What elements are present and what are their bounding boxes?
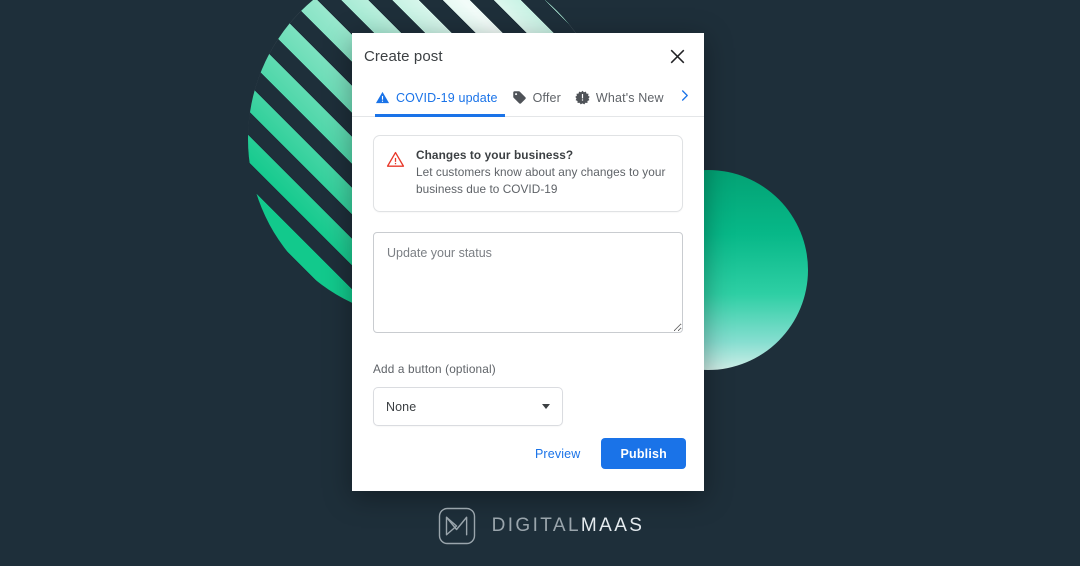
tab-label: COVID-19 update <box>396 90 498 105</box>
warning-triangle-outline-icon <box>386 148 405 198</box>
create-post-dialog: Create post COVID-19 update Offer What's… <box>352 33 704 491</box>
tab-offer[interactable]: Offer <box>512 79 561 117</box>
status-input[interactable] <box>373 232 683 333</box>
post-type-tabs: COVID-19 update Offer What's New <box>352 79 704 117</box>
alert-title: Changes to your business? <box>416 148 574 162</box>
tabs-next-button[interactable] <box>673 79 695 117</box>
burst-exclamation-icon <box>575 90 590 105</box>
brand-name-part2: MAAS <box>580 515 645 536</box>
digitalmaas-monogram-icon <box>436 505 478 547</box>
button-type-value: None <box>386 399 417 414</box>
alert-description: Let customers know about any changes to … <box>416 165 666 196</box>
button-type-select[interactable]: None <box>373 387 563 426</box>
brand-name-part1: DIGITAL <box>491 515 581 536</box>
tag-icon <box>512 90 527 105</box>
button-type-select-wrapper: None <box>373 387 563 426</box>
active-tab-indicator <box>375 114 505 117</box>
close-icon <box>670 49 685 64</box>
alert-text-block: Changes to your business? Let customers … <box>416 148 669 198</box>
tab-label: What's New <box>595 90 664 105</box>
dialog-footer: Preview Publish <box>352 438 704 491</box>
tab-label: Offer <box>532 90 561 105</box>
screenshot-root: Create post COVID-19 update Offer What's… <box>0 0 1080 566</box>
dialog-header: Create post <box>352 33 704 79</box>
add-button-label: Add a button (optional) <box>373 362 496 376</box>
chevron-right-icon <box>678 89 691 107</box>
warning-triangle-icon <box>375 90 390 105</box>
brand-logo: DIGITALMAAS <box>0 505 1080 547</box>
brand-wordmark: DIGITALMAAS <box>492 515 645 537</box>
dialog-body: Changes to your business? Let customers … <box>352 117 704 438</box>
chevron-down-icon <box>542 404 550 409</box>
dialog-title: Create post <box>364 47 443 65</box>
preview-button[interactable]: Preview <box>524 439 592 469</box>
tab-whats-new[interactable]: What's New <box>575 79 664 117</box>
tab-covid-19-update[interactable]: COVID-19 update <box>375 79 498 117</box>
publish-button[interactable]: Publish <box>601 438 686 469</box>
business-changes-alert: Changes to your business? Let customers … <box>373 135 683 212</box>
close-button[interactable] <box>664 43 690 69</box>
